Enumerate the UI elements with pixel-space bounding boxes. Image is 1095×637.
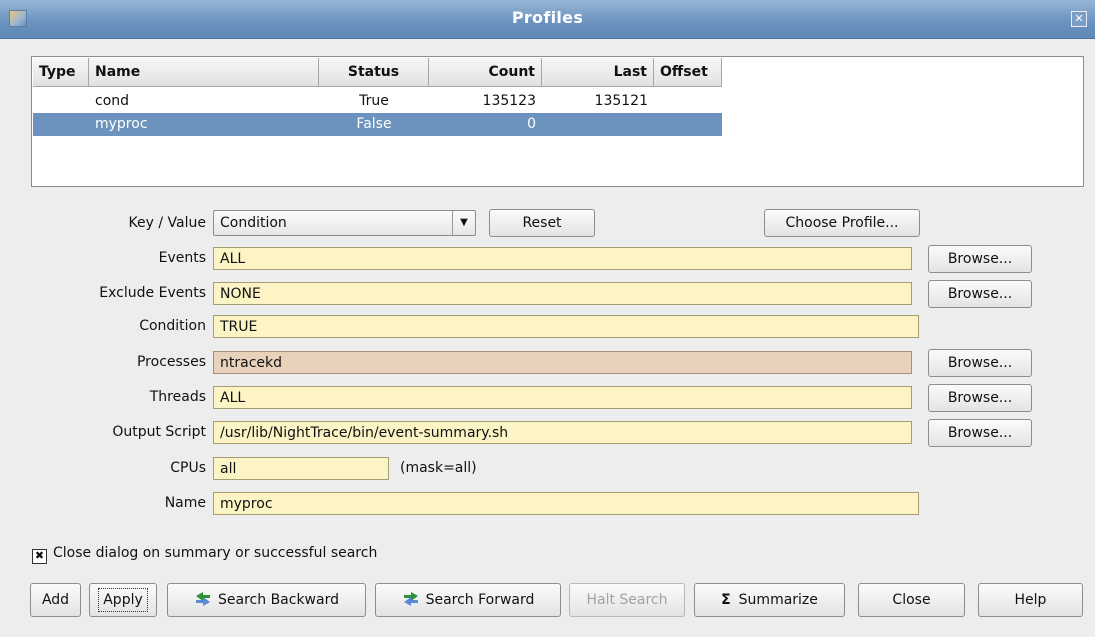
row-offset: [654, 113, 722, 136]
exclude-events-label: Exclude Events: [99, 285, 206, 301]
summarize-label: Summarize: [738, 592, 818, 608]
search-backward-icon: [194, 587, 212, 606]
exclude-events-browse-button[interactable]: Browse...: [928, 280, 1032, 308]
profiles-table: Type Name Status Count Last Offset cond …: [31, 56, 1084, 187]
threads-browse-button[interactable]: Browse...: [928, 384, 1032, 412]
threads-label: Threads: [149, 389, 206, 405]
key-value-select[interactable]: Condition ▼: [213, 210, 476, 236]
column-header-count[interactable]: Count: [429, 58, 542, 87]
row-count: 135123: [482, 93, 536, 109]
reset-button[interactable]: Reset: [489, 209, 595, 237]
events-browse-button[interactable]: Browse...: [928, 245, 1032, 273]
cpus-field[interactable]: all: [213, 457, 389, 480]
row-type: [33, 113, 89, 136]
processes-browse-button[interactable]: Browse...: [928, 349, 1032, 377]
condition-label: Condition: [139, 318, 206, 334]
table-row-selected[interactable]: myproc False 0: [33, 113, 722, 136]
choose-profile-button[interactable]: Choose Profile...: [764, 209, 920, 237]
row-offset: [654, 90, 722, 113]
close-button[interactable]: Close: [858, 583, 965, 617]
search-backward-label: Search Backward: [218, 592, 339, 608]
close-dialog-checkbox[interactable]: ✖: [32, 549, 47, 564]
name-label: Name: [164, 495, 206, 511]
halt-search-button[interactable]: Halt Search: [569, 583, 685, 617]
apply-button[interactable]: Apply: [89, 583, 157, 617]
column-header-offset[interactable]: Offset: [654, 58, 722, 87]
search-forward-button[interactable]: Search Forward: [375, 583, 561, 617]
cpus-label: CPUs: [170, 460, 206, 476]
apply-label: Apply: [98, 588, 148, 612]
table-row[interactable]: cond True 135123 135121: [33, 90, 722, 113]
output-script-field[interactable]: /usr/lib/NightTrace/bin/event-summary.sh: [213, 421, 912, 444]
row-status: True: [359, 93, 389, 109]
row-status: False: [356, 116, 392, 132]
chevron-down-icon[interactable]: ▼: [452, 211, 475, 235]
key-value-label: Key / Value: [128, 215, 206, 231]
condition-field[interactable]: TRUE: [213, 315, 919, 338]
search-backward-button[interactable]: Search Backward: [167, 583, 366, 617]
close-window-icon[interactable]: ✕: [1071, 11, 1087, 27]
add-button[interactable]: Add: [30, 583, 81, 617]
row-name: cond: [95, 93, 130, 109]
cpu-mask-text: (mask=all): [400, 460, 477, 476]
row-last: 135121: [594, 93, 648, 109]
column-header-type[interactable]: Type: [33, 58, 89, 87]
exclude-events-field[interactable]: NONE: [213, 282, 912, 305]
close-dialog-option[interactable]: ✖ Close dialog on summary or successful s…: [32, 542, 377, 564]
column-header-name[interactable]: Name: [89, 58, 319, 87]
row-type: [33, 90, 89, 113]
close-dialog-label: Close dialog on summary or successful se…: [53, 545, 378, 561]
sigma-icon: Σ: [721, 592, 731, 608]
processes-label: Processes: [136, 354, 206, 370]
row-last: [542, 113, 654, 136]
window-title: Profiles: [511, 8, 584, 27]
processes-field[interactable]: ntracekd: [213, 351, 912, 374]
events-label: Events: [158, 250, 206, 266]
search-forward-icon: [402, 587, 420, 606]
help-button[interactable]: Help: [978, 583, 1083, 617]
name-field[interactable]: myproc: [213, 492, 919, 515]
column-header-status[interactable]: Status: [319, 58, 429, 87]
threads-field[interactable]: ALL: [213, 386, 912, 409]
output-script-browse-button[interactable]: Browse...: [928, 419, 1032, 447]
summarize-button[interactable]: Σ Summarize: [694, 583, 845, 617]
table-header: Type Name Status Count Last Offset: [33, 58, 722, 87]
title-bar: Profiles ✕: [0, 0, 1095, 39]
key-value-selected: Condition: [220, 215, 287, 231]
row-name: myproc: [95, 116, 148, 132]
row-count: 0: [527, 116, 536, 132]
column-header-last[interactable]: Last: [542, 58, 654, 87]
search-forward-label: Search Forward: [425, 592, 535, 608]
output-script-label: Output Script: [112, 424, 206, 440]
events-field[interactable]: ALL: [213, 247, 912, 270]
